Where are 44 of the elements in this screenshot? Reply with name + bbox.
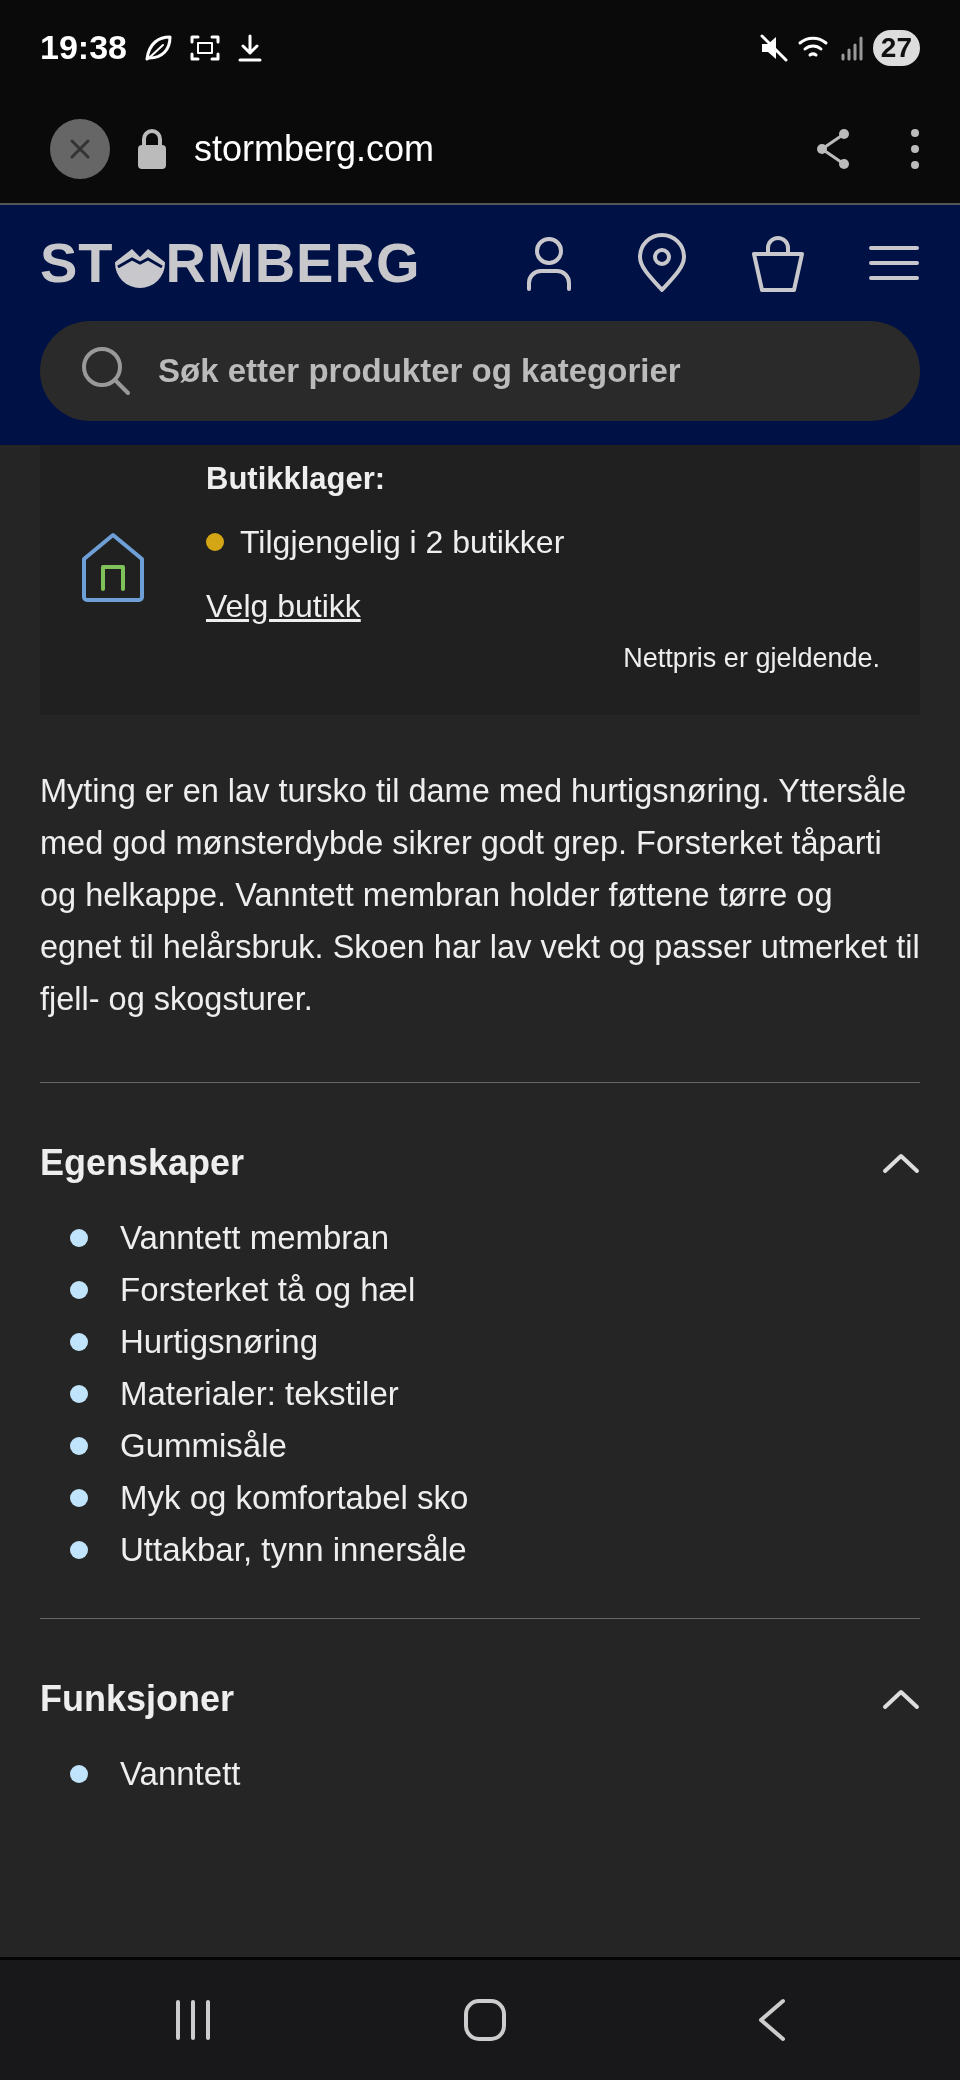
feature-item: Vanntett — [120, 1754, 241, 1795]
feature-item: Materialer: tekstiler — [120, 1374, 399, 1415]
search-field[interactable]: Søk etter produkter og kategorier — [40, 321, 920, 421]
feature-item: Forsterket tå og hæl — [120, 1270, 416, 1311]
bullet-icon — [70, 1385, 88, 1404]
feature-item: Uttakbar, tynn innersåle — [120, 1530, 467, 1571]
close-button[interactable] — [50, 119, 110, 179]
search-icon — [80, 345, 132, 397]
bullet-icon — [70, 1765, 88, 1784]
shopping-bag-icon[interactable] — [750, 234, 806, 292]
price-note: Nettpris er gjeldende. — [623, 642, 880, 675]
battery-level: 27 — [872, 29, 920, 66]
section-heading[interactable]: Funksjoner — [40, 1677, 235, 1721]
location-pin-icon[interactable] — [636, 233, 688, 293]
clock-time: 19:38 — [40, 27, 127, 68]
mute-icon — [758, 32, 789, 63]
account-icon[interactable] — [524, 235, 574, 291]
bullet-icon — [70, 1229, 88, 1248]
stock-title: Butikklager: — [206, 459, 387, 498]
url-text[interactable]: stormberg.com — [194, 122, 435, 176]
chevron-up-icon[interactable] — [882, 1687, 920, 1710]
feature-item: Gummisåle — [120, 1426, 287, 1467]
download-icon — [236, 32, 263, 63]
bullet-icon — [70, 1437, 88, 1456]
select-store-link[interactable]: Velg butikk — [206, 582, 361, 630]
recent-apps-icon[interactable] — [173, 1998, 213, 2042]
more-icon[interactable] — [910, 127, 920, 171]
bullet-icon — [70, 1541, 88, 1560]
product-description: Myting er en lav tursko til dame med hurtigsnøring. Yttersåle med god mønsterdybde sikrer godt grep. Forsterket tåparti og helkappe. Vanntett membran holder føttene tørre og egnet til helårsbruk. Skoen har lav vekt og passer utmerket til fjell- og skogsturer. — [39, 772, 921, 1019]
brand-logo[interactable]: ST RMBERG — [40, 235, 421, 291]
search-input[interactable]: Søk etter produkter og kategorier — [156, 345, 880, 397]
back-icon[interactable] — [757, 1998, 787, 2042]
bullet-icon — [70, 1281, 88, 1300]
store-icon — [80, 531, 146, 603]
menu-icon[interactable] — [868, 243, 920, 283]
feature-item: Hurtigsnøring — [120, 1322, 319, 1363]
section-heading[interactable]: Egenskaper — [40, 1141, 245, 1185]
home-icon[interactable] — [463, 1998, 507, 2042]
chevron-up-icon[interactable] — [882, 1151, 920, 1174]
bullet-icon — [70, 1489, 88, 1508]
bullet-icon — [70, 1333, 88, 1352]
feature-item: Myk og komfortabel sko — [120, 1478, 469, 1519]
feature-item: Vanntett membran — [120, 1218, 390, 1259]
availability-text: Tilgjengelig i 2 butikker — [240, 523, 565, 562]
